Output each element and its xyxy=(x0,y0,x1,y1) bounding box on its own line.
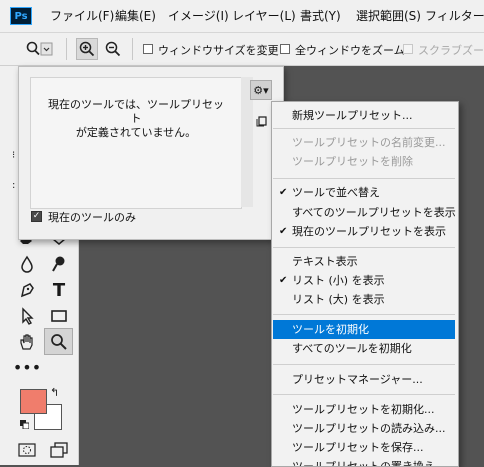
menu-item-label: 新規ツールプリセット... xyxy=(292,109,413,122)
current-tool-only-label: 現在のツールのみ xyxy=(48,211,136,224)
zoom-tool-preset-icon xyxy=(26,41,53,56)
pen-icon xyxy=(20,283,34,298)
current-tool-only-checkbox[interactable]: ✓ xyxy=(31,211,42,222)
resize-windows-checkbox[interactable] xyxy=(143,44,153,54)
menu-separator xyxy=(273,178,455,179)
menu-type[interactable]: 書式(Y) xyxy=(300,0,341,32)
menu-item-label: すべてのツールを初期化 xyxy=(292,342,412,355)
menu-item-label: リスト (大) を表示 xyxy=(292,293,385,306)
menu-item-label: ツールプリセットを保存... xyxy=(292,441,424,454)
menu-item-label: プリセットマネージャー... xyxy=(292,373,423,386)
zoom-out-icon xyxy=(105,41,121,57)
zoom-all-windows-checkbox[interactable] xyxy=(280,44,290,54)
swap-colors-icon[interactable]: ↰ xyxy=(50,386,59,399)
default-colors-icon[interactable] xyxy=(20,418,30,430)
panel-menu-button[interactable]: ⚙▾ xyxy=(250,80,272,100)
menu-file[interactable]: ファイル(F) xyxy=(50,0,114,32)
menu-edit[interactable]: 編集(E) xyxy=(115,0,156,32)
rectangle-tool[interactable] xyxy=(46,304,72,328)
zoom-all-windows-label: 全ウィンドウをズーム xyxy=(295,44,405,57)
checkmark-icon: ✔ xyxy=(279,275,288,286)
preset-panel-menu: 新規ツールプリセット... ツールプリセットの名前変更... ツールプリセットを削除… xyxy=(271,101,459,467)
pen-tool[interactable] xyxy=(14,278,40,302)
menu-item-label: ツールプリセットを削除 xyxy=(292,155,413,168)
dodge-icon xyxy=(52,256,65,272)
text-tool[interactable]: T xyxy=(46,278,72,302)
tool-preset-picker-button[interactable] xyxy=(24,38,54,60)
menu-item-label: すべてのツールプリセットを表示 xyxy=(292,206,456,219)
zoom-out-button[interactable] xyxy=(102,38,124,60)
screen-mode-button[interactable] xyxy=(46,438,72,462)
menu-item[interactable]: ✔ ツールで並べ替え xyxy=(273,183,455,202)
menu-item[interactable]: ツールプリセットの置き換え... xyxy=(273,457,455,467)
photoshop-logo-icon: Ps xyxy=(10,7,32,25)
menu-item-label: ツールプリセットの名前変更... xyxy=(292,136,446,149)
menu-item[interactable]: ツールプリセットの読み込み... xyxy=(273,419,455,438)
menu-separator xyxy=(273,247,455,248)
menu-layer[interactable]: レイヤー(L) xyxy=(232,0,296,32)
menu-separator xyxy=(273,314,455,315)
gear-icon: ⚙▾ xyxy=(253,83,269,97)
menu-item-label: ツールプリセットの読み込み... xyxy=(292,422,446,435)
tool-preset-panel: 現在のツールでは、ツールプリセット が定義されていません。 ⚙▾ ✓ 現在のツー… xyxy=(18,66,284,240)
new-page-icon xyxy=(256,116,267,127)
menu-item[interactable]: ✔ 現在のツールプリセットを表示 xyxy=(273,222,455,241)
zoom-icon xyxy=(50,333,67,350)
screen-mode-icon xyxy=(50,442,68,458)
menu-item[interactable]: ツールプリセットを削除 xyxy=(273,152,455,171)
hand-tool[interactable] xyxy=(14,330,40,354)
divider xyxy=(66,38,67,60)
blur-drop-icon xyxy=(21,255,33,273)
menu-item[interactable]: 新規ツールプリセット... xyxy=(273,106,455,125)
path-selection-tool[interactable] xyxy=(14,304,40,328)
menu-item-label: ツールで並べ替え xyxy=(292,186,380,199)
zoom-tool[interactable] xyxy=(44,328,73,355)
resize-windows-label: ウィンドウサイズを変更 xyxy=(158,44,279,57)
menu-filter[interactable]: フィルター( xyxy=(425,0,484,32)
menu-item[interactable]: ツールプリセットを初期化... xyxy=(273,400,455,419)
options-bar: ウィンドウサイズを変更 全ウィンドウをズーム スクラブズーム xyxy=(0,33,484,66)
foreground-color-swatch[interactable] xyxy=(20,389,47,414)
dodge-tool[interactable] xyxy=(46,252,72,276)
menu-select[interactable]: 選択範囲(S) xyxy=(356,0,421,32)
menu-item-label: ツールプリセットの置き換え... xyxy=(292,460,446,467)
menu-item-label: 現在のツールプリセットを表示 xyxy=(292,225,446,238)
menu-item[interactable]: テキスト表示 xyxy=(273,252,455,271)
zoom-in-button[interactable] xyxy=(76,38,98,60)
menu-item-label: テキスト表示 xyxy=(292,255,358,268)
menu-bar: Ps ファイル(F) 編集(E) イメージ(I) レイヤー(L) 書式(Y) 選… xyxy=(0,0,484,33)
blur-tool[interactable] xyxy=(14,252,40,276)
menu-item[interactable]: すべてのツールを初期化 xyxy=(273,339,455,358)
menu-item-label: リスト (小) を表示 xyxy=(292,274,385,287)
menu-item[interactable]: ツールを初期化 xyxy=(273,320,455,339)
empty-preset-message: 現在のツールでは、ツールプリセット が定義されていません。 xyxy=(48,98,224,139)
zoom-in-icon xyxy=(79,41,95,57)
menu-item[interactable]: リスト (大) を表示 xyxy=(273,290,455,309)
menu-item[interactable]: ✔ リスト (小) を表示 xyxy=(273,271,455,290)
checkmark-icon: ✔ xyxy=(279,187,288,198)
quick-mask-icon xyxy=(18,443,36,457)
scrubby-zoom-checkbox[interactable] xyxy=(403,44,413,54)
new-preset-button[interactable] xyxy=(256,115,268,130)
menu-image[interactable]: イメージ(I) xyxy=(168,0,229,32)
menu-item-label: ツールプリセットを初期化... xyxy=(292,403,435,416)
menu-item[interactable]: プリセットマネージャー... xyxy=(273,370,455,389)
rectangle-icon xyxy=(51,310,67,322)
menu-item-label: ツールを初期化 xyxy=(292,323,369,336)
more-tools-icon[interactable]: ••• xyxy=(13,356,41,380)
menu-item[interactable]: すべてのツールプリセットを表示 xyxy=(273,203,456,222)
menu-item[interactable]: ツールプリセットを保存... xyxy=(273,438,455,457)
checkmark-icon: ✔ xyxy=(279,226,288,237)
tool-preset-list[interactable]: 現在のツールでは、ツールプリセット が定義されていません。 xyxy=(30,77,242,209)
menu-separator xyxy=(273,128,455,129)
menu-separator xyxy=(273,364,455,365)
menu-separator xyxy=(273,394,455,395)
arrow-pointer-icon xyxy=(22,307,34,325)
scrubby-zoom-label: スクラブズーム xyxy=(418,44,484,57)
quick-mask-button[interactable] xyxy=(14,438,40,462)
menu-item[interactable]: ツールプリセットの名前変更... xyxy=(273,133,455,152)
divider xyxy=(132,38,133,60)
hand-icon xyxy=(20,334,33,350)
